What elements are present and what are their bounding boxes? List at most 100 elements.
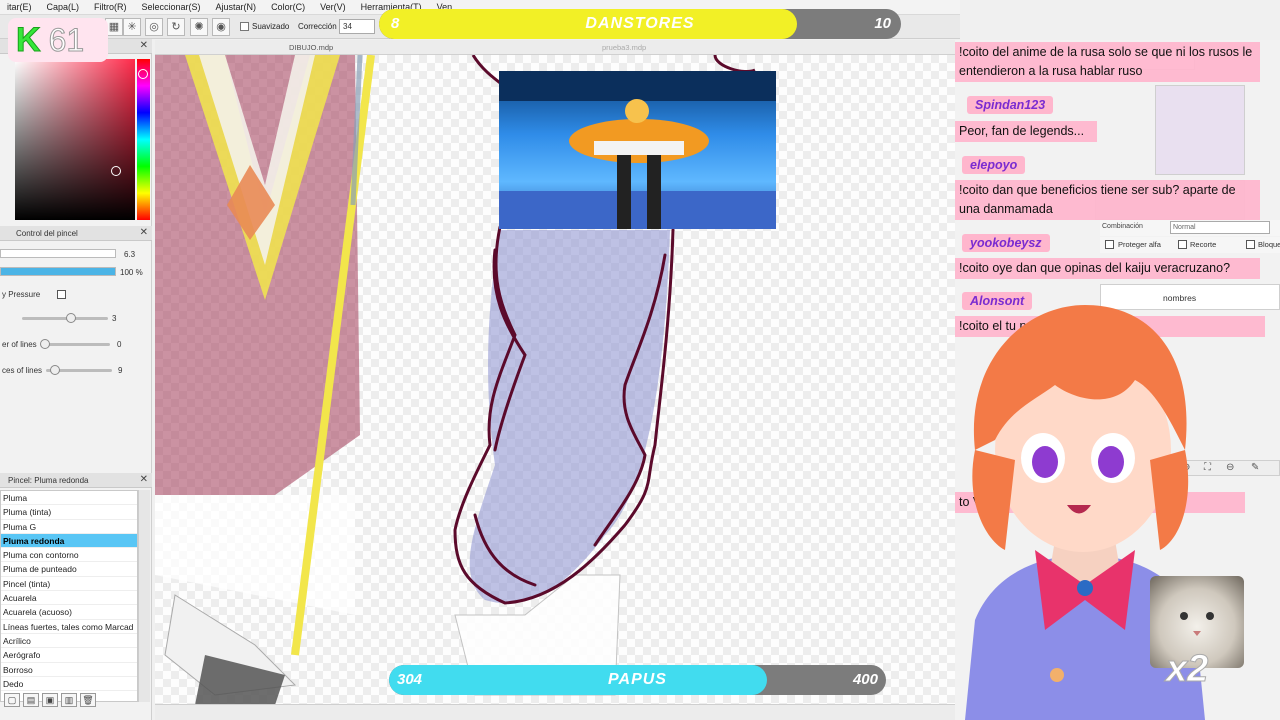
smooth-checkbox[interactable] bbox=[240, 22, 249, 31]
brush-list-scrollbar[interactable] bbox=[138, 490, 150, 702]
chat-username-text: yookobeysz bbox=[970, 236, 1042, 250]
tab-prueba3[interactable]: prueba3.mdp bbox=[602, 43, 646, 52]
counter-value: 61 bbox=[48, 21, 85, 58]
size-bar[interactable] bbox=[0, 249, 116, 258]
lines-knob[interactable] bbox=[40, 339, 50, 349]
spaces-value: 9 bbox=[118, 366, 123, 375]
cat-eye-left bbox=[1180, 612, 1188, 620]
copy-brush-icon[interactable]: ▤ bbox=[23, 693, 39, 707]
avatar-brooch bbox=[1077, 580, 1093, 596]
counter-logo: K bbox=[16, 20, 42, 59]
figure-leg-right bbox=[647, 149, 661, 229]
bottom-goal-title: PAPUS bbox=[608, 671, 667, 688]
clip-label: Recorte bbox=[1190, 240, 1217, 249]
color-picker-cursor[interactable] bbox=[111, 166, 121, 176]
menu-item[interactable]: Seleccionar(S) bbox=[135, 0, 209, 14]
pen-icon[interactable]: ✎ bbox=[1251, 462, 1259, 473]
brush-item[interactable]: Dedo bbox=[1, 677, 137, 692]
slider1-track[interactable] bbox=[22, 317, 108, 320]
brush-item[interactable]: Pluma redonda bbox=[1, 533, 137, 549]
hue-slider[interactable] bbox=[137, 59, 150, 220]
chat-message: Peor, fan de legends... bbox=[955, 121, 1097, 142]
figure-head bbox=[625, 99, 649, 123]
combination-select[interactable]: Normal bbox=[1170, 221, 1270, 234]
close-icon[interactable]: ✕ bbox=[140, 40, 148, 51]
color-saturation-box[interactable] bbox=[15, 59, 135, 220]
brush-item[interactable]: Acrílico bbox=[1, 634, 137, 649]
menu-item[interactable]: itar(E) bbox=[0, 0, 40, 14]
brush-item[interactable]: Pluma (tinta) bbox=[1, 505, 137, 520]
brush-control-title: Control del pincel bbox=[16, 229, 78, 238]
spaces-knob[interactable] bbox=[50, 365, 60, 375]
brush-item[interactable]: Pluma con contorno bbox=[1, 548, 137, 563]
correction-label: Corrección bbox=[298, 22, 337, 31]
cat-eye-right bbox=[1206, 612, 1214, 620]
correction-input[interactable]: 34 bbox=[339, 19, 375, 34]
snap-icon[interactable]: ✳ bbox=[123, 18, 141, 36]
tab-dibujo[interactable]: DIBUJO.mdp bbox=[289, 43, 333, 52]
brush-item[interactable]: Acuarela bbox=[1, 591, 137, 606]
chat-username-text: elepoyo bbox=[970, 158, 1018, 172]
menu-item[interactable]: Ver(V) bbox=[313, 0, 354, 14]
top-goal-title: DANSTORES bbox=[585, 15, 695, 32]
zoom-out-icon[interactable]: ⊖ bbox=[1226, 462, 1234, 473]
top-goal-current: 8 bbox=[391, 15, 400, 32]
brush-item[interactable]: Acuarela (acuoso) bbox=[1, 605, 137, 620]
combination-label: Combinación bbox=[1102, 223, 1143, 230]
chat-message: !coito dan que beneficios tiene ser sub?… bbox=[955, 180, 1260, 220]
folder-icon[interactable]: ▣ bbox=[42, 693, 58, 707]
figure-leg-left bbox=[617, 149, 631, 229]
circle-guide-icon[interactable]: ◉ bbox=[212, 18, 230, 36]
chat-username: elepoyo bbox=[962, 156, 1026, 174]
lock-checkbox[interactable] bbox=[1246, 240, 1255, 249]
clip-checkbox[interactable] bbox=[1178, 240, 1187, 249]
duplicate-icon[interactable]: ▥ bbox=[61, 693, 77, 707]
target-icon[interactable]: ◎ bbox=[145, 18, 163, 36]
lines-label: er of lines bbox=[2, 340, 37, 349]
slider1-knob[interactable] bbox=[66, 313, 76, 323]
brush-control-header: Control del pincel ✕ bbox=[0, 226, 152, 241]
radial-icon[interactable]: ✺ bbox=[190, 18, 208, 36]
video-scene bbox=[499, 71, 776, 229]
avatar-iris-right bbox=[1098, 446, 1124, 478]
close-icon[interactable]: ✕ bbox=[140, 227, 148, 238]
pressure-checkbox[interactable] bbox=[57, 290, 66, 299]
opacity-bar[interactable] bbox=[0, 267, 116, 276]
protect-alpha-checkbox[interactable] bbox=[1105, 240, 1114, 249]
thumbnail-1[interactable] bbox=[1155, 85, 1245, 175]
chat-username: yookobeysz bbox=[962, 234, 1050, 252]
brush-item[interactable]: Pluma de punteado bbox=[1, 562, 137, 577]
pressure-label: y Pressure bbox=[2, 290, 41, 299]
menu-item[interactable]: Color(C) bbox=[264, 0, 313, 14]
spaces-label: ces of lines bbox=[2, 366, 43, 375]
brush-item[interactable]: Pluma G bbox=[1, 520, 137, 534]
brush-item[interactable]: Pluma bbox=[1, 491, 137, 506]
leg-fill bbox=[469, 230, 670, 604]
top-goal-target: 10 bbox=[874, 15, 891, 32]
trash-icon[interactable]: 🗑 bbox=[80, 693, 96, 707]
brush-item[interactable]: Aerógrafo bbox=[1, 648, 137, 663]
chat-username-text: Spindan123 bbox=[975, 98, 1046, 112]
brush-list-header: Pincel: Pluma redonda ✕ bbox=[0, 473, 152, 488]
add-brush-icon[interactable]: ▢ bbox=[4, 693, 20, 707]
brush-item[interactable]: Líneas fuertes, tales como Marcad bbox=[1, 620, 137, 634]
menu-item[interactable]: Ajustar(N) bbox=[209, 0, 265, 14]
bottom-goal-target: 400 bbox=[852, 671, 878, 688]
overlay-video bbox=[499, 71, 776, 229]
menu-item[interactable]: Capa(L) bbox=[40, 0, 88, 14]
bottom-goal-current: 304 bbox=[397, 671, 423, 688]
top-goal-bar: DANSTORES 8 10 bbox=[379, 9, 901, 39]
close-icon[interactable]: ✕ bbox=[140, 474, 148, 485]
menu-item[interactable]: Filtro(R) bbox=[87, 0, 135, 14]
slider1-value: 3 bbox=[112, 314, 117, 323]
brush-item[interactable]: Borroso bbox=[1, 663, 137, 677]
brush-item[interactable]: Pincel (tinta) bbox=[1, 577, 137, 592]
lines-track[interactable] bbox=[42, 343, 110, 346]
hue-cursor[interactable] bbox=[138, 69, 148, 79]
blend-row: Combinación Normal bbox=[1100, 220, 1280, 236]
lines-value: 0 bbox=[117, 340, 122, 349]
curve-icon[interactable]: ↻ bbox=[167, 18, 185, 36]
screen: itar(E) Capa(L) Filtro(R) Seleccionar(S) Aju… bbox=[0, 0, 1280, 720]
smooth-label: Suavizado bbox=[252, 22, 290, 31]
brush-list-title: Pincel: Pluma redonda bbox=[8, 476, 89, 485]
